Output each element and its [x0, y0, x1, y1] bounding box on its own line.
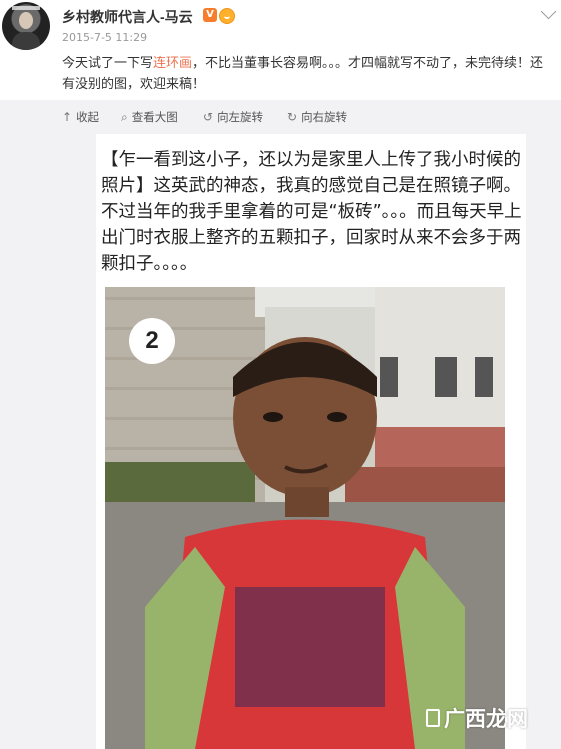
watermark-logo-icon	[426, 709, 440, 727]
rotate-left-icon: ↺	[203, 111, 213, 123]
rotate-left-button[interactable]: ↺ 向左旋转	[203, 109, 263, 125]
watermark: 广西龙网	[426, 703, 528, 733]
collapse-icon: ↑	[62, 111, 72, 123]
watermark-text: 广西龙网	[444, 703, 528, 733]
verified-v-icon: V	[203, 8, 217, 22]
rotate-left-label: 向左旋转	[217, 109, 263, 125]
comic-caption: 【乍一看到这小子，还以为是家里人上传了我小时候的照片】这英武的神态，我真的感觉自…	[101, 147, 527, 277]
rotate-right-button[interactable]: ↻ 向右旋转	[287, 109, 347, 125]
post-text: 今天试了一下写连环画，不比当董事长容易啊。。。才四幅就写不动了，未完待续！还有没…	[62, 53, 552, 95]
collapse-button[interactable]: ↑ 收起	[62, 109, 99, 125]
post-text-part: 今天试了一下写	[62, 56, 153, 71]
magnifier-icon: ⌕	[121, 111, 128, 123]
chevron-down-icon[interactable]	[541, 4, 557, 20]
photo-number-badge: 2	[129, 318, 175, 364]
member-icon	[219, 8, 235, 24]
media-toolbar: ↑ 收起 ⌕ 查看大图 ↺ 向左旋转 ↻ 向右旋转	[0, 100, 561, 134]
username-link[interactable]: 乡村教师代言人-马云	[62, 7, 193, 27]
rotate-right-label: 向右旋转	[301, 109, 347, 125]
topic-link[interactable]: 连环画	[153, 56, 192, 71]
collapse-label: 收起	[76, 109, 99, 125]
avatar[interactable]	[2, 2, 50, 50]
view-large-button[interactable]: ⌕ 查看大图	[121, 109, 178, 125]
rotate-right-icon: ↻	[287, 111, 297, 123]
post-timestamp[interactable]: 2015-7-5 11:29	[62, 31, 147, 44]
post-header: 乡村教师代言人-马云 V 2015-7-5 11:29 今天试了一下写连环画，不…	[0, 0, 561, 100]
view-large-label: 查看大图	[132, 109, 178, 125]
